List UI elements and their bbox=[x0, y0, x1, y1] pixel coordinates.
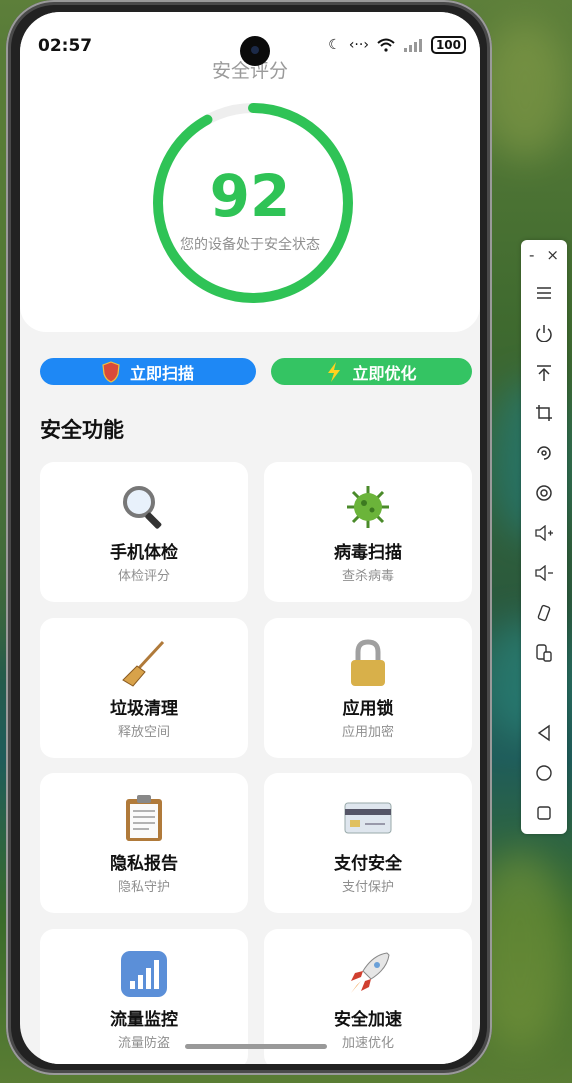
feature-name: 病毒扫描 bbox=[334, 543, 402, 563]
feature-desc: 隐私守护 bbox=[117, 880, 170, 895]
bar-chart-icon bbox=[121, 951, 167, 997]
feature-card-virus-scan[interactable]: 病毒扫描 查杀病毒 bbox=[264, 462, 472, 602]
home-icon[interactable] bbox=[529, 760, 559, 786]
shake-icon[interactable] bbox=[529, 600, 559, 626]
moon-icon: ☾ bbox=[328, 37, 341, 53]
recents-icon[interactable] bbox=[529, 800, 559, 826]
screenshot-icon[interactable] bbox=[529, 480, 559, 506]
status-icons: ☾ ‹··› 100 bbox=[328, 36, 466, 54]
scan-now-button[interactable]: 立即扫描 bbox=[40, 358, 256, 385]
lock-icon bbox=[351, 639, 385, 686]
feature-card-app-lock[interactable]: 应用锁 应用加密 bbox=[264, 618, 472, 758]
status-bar: 02:57 ☾ ‹··› 100 bbox=[20, 12, 480, 66]
shield-icon bbox=[102, 360, 120, 383]
rotate-icon[interactable] bbox=[529, 440, 559, 466]
feature-name: 应用锁 bbox=[342, 699, 394, 719]
feature-name: 隐私报告 bbox=[110, 854, 178, 874]
pin-top-icon[interactable] bbox=[529, 360, 559, 386]
clipboard-icon bbox=[126, 795, 162, 841]
power-icon[interactable] bbox=[529, 320, 559, 346]
broom-icon bbox=[122, 640, 165, 687]
feature-card-phone-check[interactable]: 手机体检 体检评分 bbox=[40, 462, 248, 602]
volume-up-icon[interactable] bbox=[529, 520, 559, 546]
front-camera bbox=[240, 36, 270, 66]
device-icon[interactable] bbox=[529, 640, 559, 666]
lightning-icon bbox=[328, 361, 341, 382]
feature-desc: 应用加密 bbox=[341, 725, 394, 740]
status-time: 02:57 bbox=[38, 36, 93, 56]
menu-icon[interactable] bbox=[529, 280, 559, 306]
rocket-icon bbox=[351, 952, 390, 993]
home-indicator[interactable] bbox=[185, 1044, 327, 1049]
emulator-toolbar: - × bbox=[521, 240, 567, 834]
back-icon[interactable] bbox=[529, 720, 559, 746]
virus-icon bbox=[347, 486, 389, 528]
feature-name: 垃圾清理 bbox=[110, 699, 178, 719]
wifi-icon bbox=[377, 38, 395, 52]
scan-now-label: 立即扫描 bbox=[129, 363, 194, 383]
battery-level: 100 bbox=[430, 36, 466, 54]
feature-desc: 体检评分 bbox=[117, 569, 170, 584]
feature-desc: 支付保护 bbox=[341, 880, 394, 895]
score-value: 92 bbox=[209, 162, 291, 230]
section-title: 安全功能 bbox=[40, 418, 124, 442]
credit-card-icon bbox=[344, 802, 392, 834]
feature-name: 支付安全 bbox=[334, 854, 402, 874]
feature-card-junk-clean[interactable]: 垃圾清理 释放空间 bbox=[40, 618, 248, 758]
phone-screen: 安全评分 92 您的设备处于安全状态 02:57 ☾ ‹··› 100 立即扫描 bbox=[20, 12, 480, 1064]
feature-card-privacy-report[interactable]: 隐私报告 隐私守护 bbox=[40, 773, 248, 913]
phone-frame: 安全评分 92 您的设备处于安全状态 02:57 ☾ ‹··› 100 立即扫描 bbox=[6, 0, 492, 1075]
close-button[interactable]: × bbox=[546, 246, 559, 264]
feature-name: 安全加速 bbox=[334, 1010, 402, 1030]
signal-icon bbox=[403, 39, 422, 52]
score-status-text: 您的设备处于安全状态 bbox=[180, 237, 320, 253]
magnifier-icon bbox=[123, 486, 162, 529]
feature-name: 流量监控 bbox=[110, 1010, 178, 1030]
optimize-now-label: 立即优化 bbox=[352, 363, 417, 383]
feature-card-payment-security[interactable]: 支付安全 支付保护 bbox=[264, 773, 472, 913]
optimize-now-button[interactable]: 立即优化 bbox=[271, 358, 472, 385]
minimize-button[interactable]: - bbox=[529, 246, 534, 264]
data-transfer-icon: ‹··› bbox=[348, 37, 369, 53]
volume-down-icon[interactable] bbox=[529, 560, 559, 586]
feature-name: 手机体检 bbox=[110, 543, 178, 563]
feature-desc: 释放空间 bbox=[117, 725, 170, 740]
feature-desc: 查杀病毒 bbox=[341, 569, 394, 584]
crop-icon[interactable] bbox=[529, 400, 559, 426]
